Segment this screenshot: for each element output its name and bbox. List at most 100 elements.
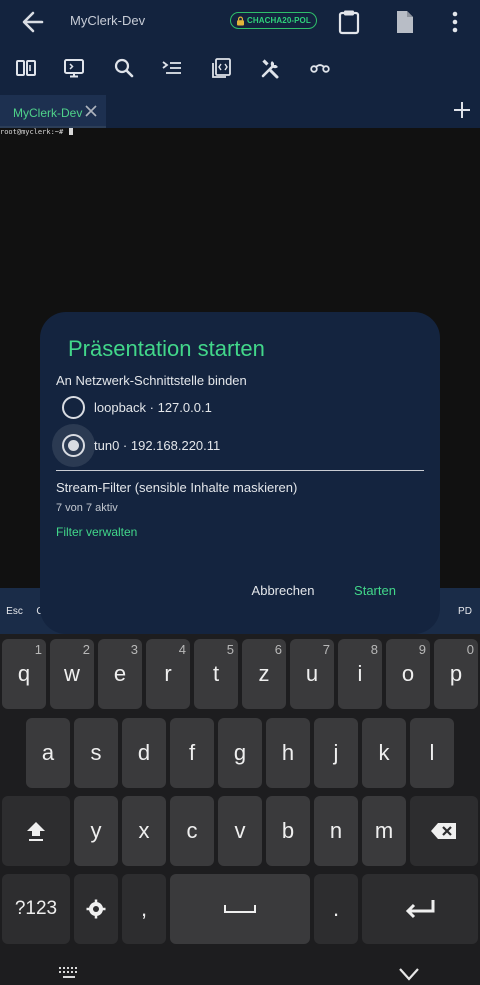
key-hint: 7 bbox=[322, 642, 330, 657]
more-vert-icon[interactable] bbox=[441, 8, 469, 36]
soft-keyboard: q1 w2 e3 r4 t5 z6 u7 i8 o9 p0 a s d f g … bbox=[0, 634, 480, 946]
key-label: n bbox=[329, 818, 343, 843]
key-label: j bbox=[333, 740, 339, 765]
key-h[interactable]: h bbox=[266, 718, 310, 788]
key-g[interactable]: g bbox=[218, 718, 262, 788]
key-label: ?123 bbox=[14, 898, 58, 919]
plus-icon[interactable] bbox=[453, 101, 471, 119]
terminal-prompt-text: root@myclerk:~# bbox=[0, 128, 68, 136]
key-label: l bbox=[429, 740, 435, 765]
key-hint: 4 bbox=[178, 642, 186, 657]
key-label: p bbox=[449, 661, 463, 686]
shift-key[interactable] bbox=[2, 796, 70, 866]
radio-tun0[interactable]: tun0 · 192.168.220.11 bbox=[52, 424, 426, 467]
key-hint: 2 bbox=[82, 642, 90, 657]
settings-key[interactable] bbox=[74, 874, 118, 944]
comma-key[interactable]: , bbox=[122, 874, 166, 944]
enter-key[interactable] bbox=[362, 874, 478, 944]
key-hint: 5 bbox=[226, 642, 234, 657]
settings-gear-icon bbox=[86, 899, 106, 919]
backspace-key[interactable] bbox=[410, 796, 478, 866]
key-hint: 3 bbox=[130, 642, 138, 657]
key-label: c bbox=[186, 818, 198, 843]
radio-button[interactable] bbox=[62, 396, 85, 419]
key-u[interactable]: u7 bbox=[290, 639, 334, 709]
key-j[interactable]: j bbox=[314, 718, 358, 788]
code-file-icon[interactable] bbox=[210, 56, 234, 80]
key-label: u bbox=[305, 661, 319, 686]
key-f[interactable]: f bbox=[170, 718, 214, 788]
document-icon[interactable] bbox=[391, 8, 419, 36]
tools-icon[interactable] bbox=[259, 56, 283, 80]
monitor-icon[interactable] bbox=[62, 56, 86, 80]
key-v[interactable]: v bbox=[218, 796, 262, 866]
tab-label: MyClerk-Dev bbox=[13, 106, 83, 120]
key-e[interactable]: e3 bbox=[98, 639, 142, 709]
arrow-left-icon[interactable] bbox=[18, 8, 48, 36]
key-w[interactable]: w2 bbox=[50, 639, 94, 709]
search-icon[interactable] bbox=[112, 56, 136, 80]
key-hint: 1 bbox=[34, 642, 42, 657]
command-list-icon[interactable] bbox=[160, 56, 184, 80]
key-hint: 8 bbox=[370, 642, 378, 657]
split-view-icon[interactable] bbox=[14, 56, 38, 80]
key-r[interactable]: r4 bbox=[146, 639, 190, 709]
key-label: a bbox=[41, 740, 55, 765]
key-m[interactable]: m bbox=[362, 796, 406, 866]
key-label: x bbox=[138, 818, 150, 843]
key-q[interactable]: q1 bbox=[2, 639, 46, 709]
tunnel-icon[interactable] bbox=[308, 56, 332, 80]
close-icon[interactable] bbox=[85, 105, 97, 117]
system-nav-bar bbox=[0, 946, 480, 985]
key-k[interactable]: k bbox=[362, 718, 406, 788]
tab-bar: MyClerk-Dev bbox=[0, 92, 480, 128]
key-label: d bbox=[137, 740, 151, 765]
key-l[interactable]: l bbox=[410, 718, 454, 788]
radio-button-checked[interactable] bbox=[62, 434, 85, 457]
key-label: z bbox=[258, 661, 270, 686]
manage-filters-link[interactable]: Filter verwalten bbox=[56, 525, 137, 539]
key-label: t bbox=[212, 661, 220, 686]
start-button[interactable]: Starten bbox=[343, 574, 407, 606]
key-hint: 6 bbox=[274, 642, 282, 657]
key-label: y bbox=[90, 818, 102, 843]
key-a[interactable]: a bbox=[26, 718, 70, 788]
extra-key-esc[interactable]: Esc bbox=[0, 588, 29, 634]
key-o[interactable]: o9 bbox=[386, 639, 430, 709]
period-key[interactable]: . bbox=[314, 874, 358, 944]
cancel-button[interactable]: Abbrechen bbox=[242, 574, 324, 606]
tab-myclerk-dev[interactable]: MyClerk-Dev bbox=[0, 95, 106, 128]
encryption-badge: CHACHA20-POL bbox=[230, 12, 317, 29]
key-label: g bbox=[233, 740, 247, 765]
symbols-key[interactable]: ?123 bbox=[2, 874, 70, 944]
terminal-cursor bbox=[69, 128, 74, 135]
chevron-down-icon[interactable] bbox=[398, 967, 420, 981]
key-label: b bbox=[281, 818, 295, 843]
key-hint: 0 bbox=[466, 642, 474, 657]
key-label: m bbox=[374, 818, 394, 843]
key-label: i bbox=[357, 661, 363, 686]
radio-loopback[interactable]: loopback · 127.0.0.1 bbox=[56, 392, 426, 422]
key-z[interactable]: z6 bbox=[242, 639, 286, 709]
key-x[interactable]: x bbox=[122, 796, 166, 866]
key-b[interactable]: b bbox=[266, 796, 310, 866]
space-key[interactable] bbox=[170, 874, 310, 944]
key-y[interactable]: y bbox=[74, 796, 118, 866]
key-p[interactable]: p0 bbox=[434, 639, 478, 709]
key-d[interactable]: d bbox=[122, 718, 166, 788]
stream-filter-title: Stream-Filter (sensible Inhalte maskiere… bbox=[56, 480, 298, 495]
presentation-dialog: Präsentation starten An Netzwerk-Schnitt… bbox=[40, 312, 440, 634]
key-t[interactable]: t5 bbox=[194, 639, 238, 709]
key-label: r bbox=[164, 661, 172, 686]
lock-icon bbox=[237, 16, 244, 25]
extra-key-pgdn[interactable]: PD bbox=[450, 588, 480, 634]
enter-icon bbox=[405, 900, 435, 919]
key-n[interactable]: n bbox=[314, 796, 358, 866]
clipboard-icon[interactable] bbox=[335, 8, 363, 36]
keyboard-grid-icon[interactable] bbox=[58, 966, 80, 980]
key-c[interactable]: c bbox=[170, 796, 214, 866]
key-s[interactable]: s bbox=[74, 718, 118, 788]
shift-icon bbox=[27, 822, 45, 841]
key-i[interactable]: i8 bbox=[338, 639, 382, 709]
divider bbox=[56, 470, 424, 471]
